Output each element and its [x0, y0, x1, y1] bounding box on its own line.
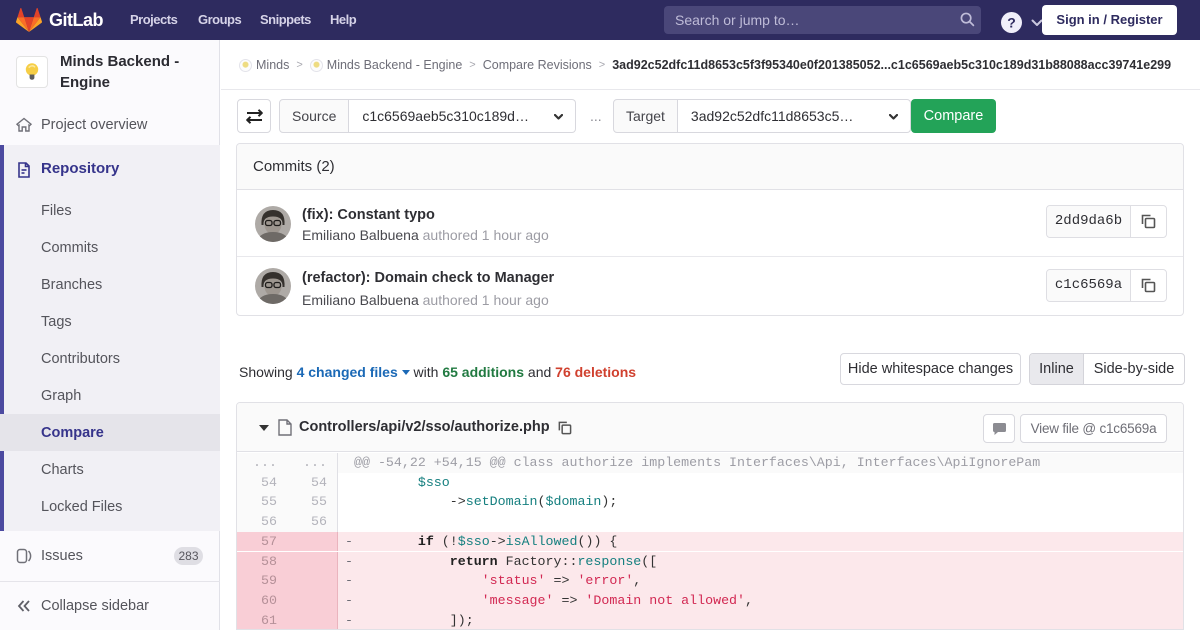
svg-text:?: ? — [1007, 15, 1016, 31]
